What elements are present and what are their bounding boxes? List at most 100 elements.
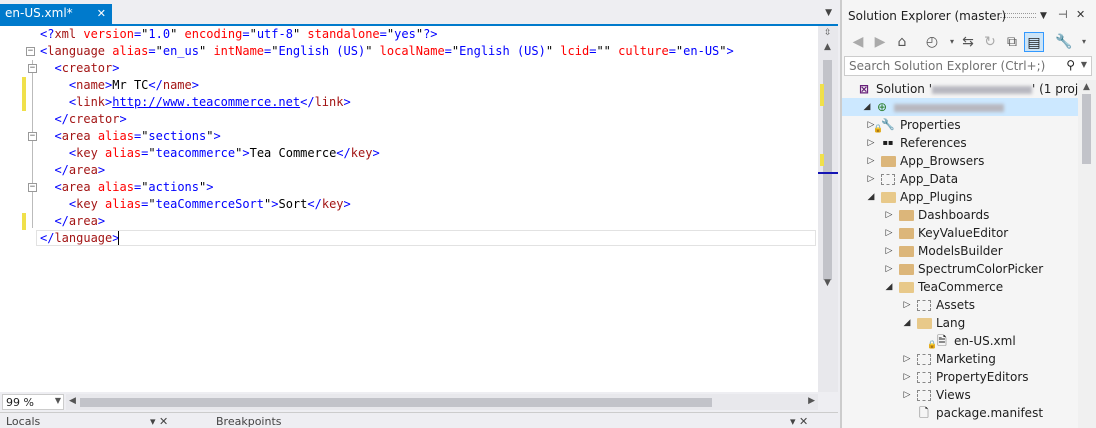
zoom-level-value: 99 % (6, 396, 34, 409)
code-line[interactable]: − <area alias="sections"> (0, 128, 818, 145)
expand-arrow-icon[interactable]: ▷ (884, 206, 894, 224)
document-tab-en-us-xml[interactable]: en-US.xml* ✕ (0, 4, 112, 24)
scrollbar-thumb[interactable] (823, 60, 832, 280)
tree-node-lang[interactable]: ◢ Lang (842, 314, 1078, 332)
code-line[interactable]: <?xml version="1.0" encoding="utf-8" sta… (0, 26, 818, 43)
forward-icon[interactable]: ▶ (870, 32, 890, 52)
solution-explorer-scrollbar[interactable]: ▲ (1078, 80, 1096, 428)
tab-locals[interactable]: Locals (6, 415, 40, 428)
code-line[interactable]: </language> (0, 230, 818, 247)
chevron-down-icon[interactable]: ▾ (1074, 32, 1094, 52)
scrollbar-thumb[interactable] (1082, 94, 1091, 164)
code-line[interactable]: − <language alias="en_us" intName="Englis… (0, 43, 818, 60)
expand-arrow-icon[interactable]: ▷ (884, 224, 894, 242)
scrollbar-thumb[interactable] (80, 398, 712, 407)
expand-arrow-icon[interactable]: ▷ (884, 260, 894, 278)
tree-node-project[interactable]: ◢ ⊕ (842, 98, 1078, 116)
collapse-outline-icon[interactable]: − (28, 183, 37, 192)
expand-arrow-icon[interactable]: ▷ (884, 242, 894, 260)
collapse-arrow-icon[interactable]: ◢ (862, 98, 872, 116)
zoom-level-dropdown[interactable]: 99 % ▼ (2, 394, 64, 410)
refresh-icon[interactable]: ↻ (980, 32, 1000, 52)
collapse-outline-icon[interactable]: − (26, 47, 35, 56)
tab-overflow-dropdown-icon[interactable]: ▼ (825, 8, 832, 18)
tree-node-views[interactable]: ▷ Views (842, 386, 1078, 404)
pending-changes-filter-icon[interactable]: ◴ (922, 32, 942, 52)
expand-arrow-icon[interactable]: ▷ (902, 296, 912, 314)
scroll-up-arrow-icon[interactable]: ▲ (824, 42, 831, 52)
url-link[interactable]: http://www.teacommerce.net (112, 95, 300, 109)
collapse-arrow-icon[interactable]: ◢ (902, 314, 912, 332)
tree-node-app-browsers[interactable]: ▷ App_Browsers (842, 152, 1078, 170)
chevron-down-icon[interactable]: ▼ (1081, 60, 1087, 69)
tree-node-label: PropertyEditors (936, 370, 1029, 384)
tree-node-label: App_Data (900, 172, 959, 186)
collapse-all-icon[interactable]: ⧉ (1002, 32, 1022, 52)
tree-node-assets[interactable]: ▷ Assets (842, 296, 1078, 314)
sync-icon[interactable]: ⇆ (958, 32, 978, 52)
pin-icon[interactable]: ⊣ (1058, 8, 1068, 21)
scroll-left-arrow-icon[interactable]: ◀ (69, 396, 76, 406)
code-token: version (76, 27, 134, 41)
drag-grip[interactable] (1000, 13, 1036, 18)
code-line[interactable]: </area> (0, 162, 818, 179)
properties-wrench-icon[interactable]: 🔧 (1054, 32, 1074, 52)
editor-vertical-scrollbar[interactable]: ⇳ ▲ ▼ (818, 26, 838, 392)
home-icon[interactable]: ⌂ (892, 32, 912, 52)
expand-arrow-icon[interactable]: ▷ (866, 134, 876, 152)
tree-node-app-plugins[interactable]: ◢ App_Plugins (842, 188, 1078, 206)
window-controls-icon[interactable]: ▾ ✕ (790, 415, 808, 428)
tree-node-package-manifest[interactable]: 🗋 package.manifest (842, 404, 1078, 422)
window-position-dropdown-icon[interactable]: ▼ (1040, 11, 1047, 21)
close-icon[interactable]: ✕ (1076, 8, 1085, 21)
tree-node-marketing[interactable]: ▷ Marketing (842, 350, 1078, 368)
tree-node-en-us-xml[interactable]: 🗎 🔒 en-US.xml (842, 332, 1078, 350)
close-tab-icon[interactable]: ✕ (97, 7, 106, 20)
tree-node-modelsbuilder[interactable]: ▷ ModelsBuilder (842, 242, 1078, 260)
collapse-arrow-icon[interactable]: ◢ (866, 188, 876, 206)
code-token: name (76, 78, 106, 92)
split-icon[interactable]: ⇳ (824, 28, 832, 38)
solution-explorer-search[interactable]: Search Solution Explorer (Ctrl+;) ⚲ ▼ (844, 56, 1092, 76)
code-token: teacommerce (155, 146, 236, 160)
scroll-down-arrow-icon[interactable]: ▼ (824, 278, 831, 288)
scroll-right-arrow-icon[interactable]: ▶ (808, 396, 815, 406)
tab-breakpoints[interactable]: Breakpoints (216, 415, 282, 428)
tree-node-spectrumcolorpicker[interactable]: ▷ SpectrumColorPicker (842, 260, 1078, 278)
folder-icon (898, 226, 914, 240)
code-line[interactable]: <key alias="teacommerce">Tea Commerce</k… (0, 145, 818, 162)
code-line[interactable]: </area> (0, 213, 818, 230)
tree-node-solution[interactable]: ⊠ Solution ' ' (1 proje (842, 80, 1078, 98)
expand-arrow-icon[interactable]: ▷ (866, 152, 876, 170)
tree-node-dashboards[interactable]: ▷ Dashboards (842, 206, 1078, 224)
editor-horizontal-scrollbar[interactable]: ◀ ▶ (66, 394, 818, 410)
collapse-arrow-icon[interactable]: ◢ (884, 278, 894, 296)
search-icon[interactable]: ⚲ (1066, 58, 1075, 72)
collapse-outline-icon[interactable]: − (28, 64, 37, 73)
code-line[interactable]: <key alias="teaCommerceSort">Sort</key> (0, 196, 818, 213)
code-token: " (148, 197, 156, 211)
tree-node-properties[interactable]: ▷ 🔧 🔒 Properties (842, 116, 1078, 134)
expand-arrow-icon[interactable]: ▷ (902, 386, 912, 404)
code-line[interactable]: <link>http://www.teacommerce.net</link> (0, 94, 818, 111)
tree-node-app-data[interactable]: ▷ App_Data (842, 170, 1078, 188)
back-icon[interactable]: ◀ (848, 32, 868, 52)
code-editor[interactable]: <?xml version="1.0" encoding="utf-8" sta… (0, 26, 818, 392)
expand-arrow-icon[interactable]: ▷ (866, 170, 876, 188)
tree-node-teacommerce[interactable]: ◢ TeaCommerce (842, 278, 1078, 296)
code-line[interactable]: <name>Mr TC</name> (0, 77, 818, 94)
code-line[interactable]: − <area alias="actions"> (0, 179, 818, 196)
tree-node-label: Assets (936, 298, 976, 312)
window-controls-icon[interactable]: ▾ ✕ (150, 415, 168, 428)
code-token: alias (90, 180, 134, 194)
tree-node-references[interactable]: ▷ ▪▪ References (842, 134, 1078, 152)
expand-arrow-icon[interactable]: ▷ (902, 368, 912, 386)
show-all-files-icon[interactable]: ▤ (1024, 32, 1044, 52)
tree-node-propertyeditors[interactable]: ▷ PropertyEditors (842, 368, 1078, 386)
tree-node-keyvalueeditor[interactable]: ▷ KeyValueEditor (842, 224, 1078, 242)
collapse-outline-icon[interactable]: − (28, 132, 37, 141)
code-line[interactable]: − <creator> (0, 60, 818, 77)
code-line[interactable]: </creator> (0, 111, 818, 128)
expand-arrow-icon[interactable]: ▷ (902, 350, 912, 368)
scroll-up-arrow-icon[interactable]: ▲ (1083, 82, 1090, 92)
